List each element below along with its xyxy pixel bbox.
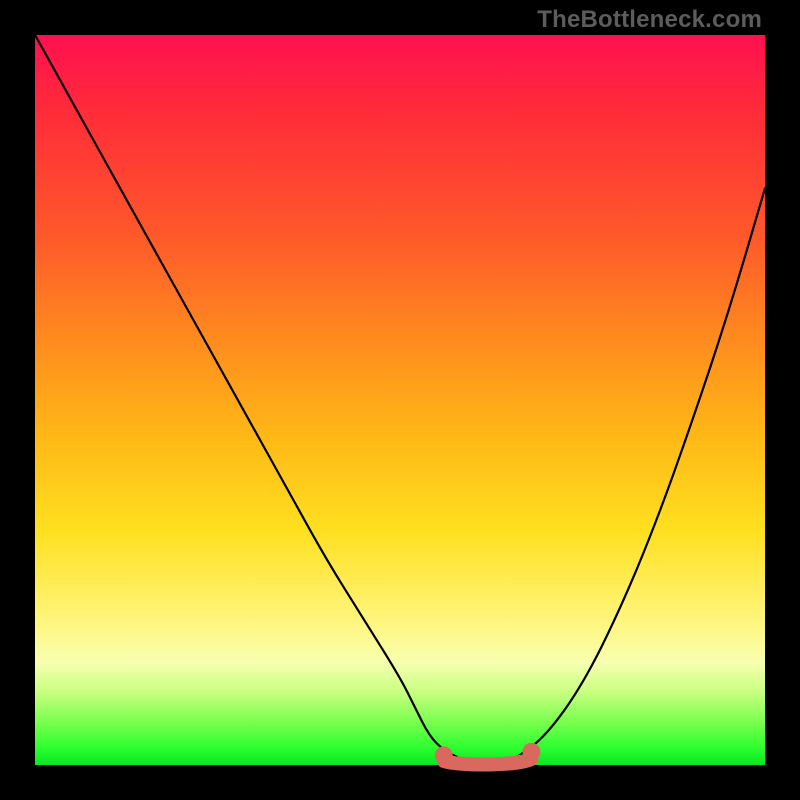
- optimal-marker-left: [435, 746, 453, 764]
- bottleneck-curve: [35, 35, 765, 765]
- optimal-marker-right: [522, 743, 540, 761]
- bottleneck-curve-svg: [35, 35, 765, 765]
- optimal-flat-region: [444, 759, 532, 765]
- chart-frame: TheBottleneck.com: [0, 0, 800, 800]
- watermark-text: TheBottleneck.com: [537, 6, 762, 34]
